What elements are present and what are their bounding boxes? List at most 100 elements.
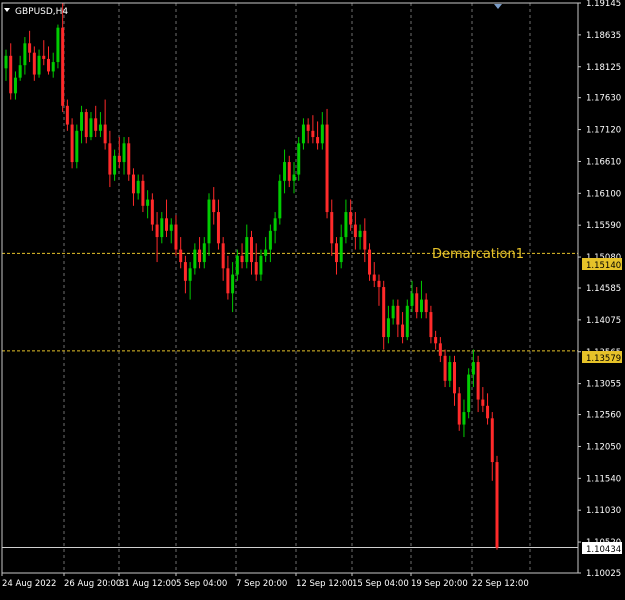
candle-body bbox=[334, 243, 338, 263]
time-tick-label: 19 Sep 20:00 bbox=[411, 579, 468, 589]
candle-body bbox=[9, 55, 13, 94]
candlestick-chart[interactable]: 1.19145 1.18635 1.18125 1.17630 1.17120 1.166… bbox=[0, 0, 625, 596]
candle-body bbox=[297, 143, 301, 175]
candle-body bbox=[240, 255, 244, 263]
candle-body bbox=[410, 293, 414, 306]
candle-body bbox=[245, 237, 249, 263]
candle-body bbox=[193, 249, 197, 269]
candle-body bbox=[273, 218, 277, 231]
chart-background bbox=[0, 0, 625, 596]
candle-body bbox=[117, 155, 121, 163]
candle-body bbox=[75, 130, 79, 163]
candle-body bbox=[363, 230, 367, 250]
candle-body bbox=[467, 374, 471, 413]
candle bbox=[325, 108, 329, 219]
price-tick-label: 1.12050 bbox=[586, 442, 621, 452]
candle-body bbox=[283, 162, 287, 181]
candle-body bbox=[344, 212, 348, 238]
candle-body bbox=[70, 124, 74, 163]
candle-body bbox=[150, 199, 154, 225]
candle-body bbox=[146, 199, 150, 206]
level-badge-lower[interactable]: 1.13579 bbox=[582, 351, 622, 364]
candle-body bbox=[401, 324, 405, 338]
candle-body bbox=[325, 124, 329, 213]
candle-body bbox=[98, 124, 102, 131]
candle-body bbox=[94, 118, 98, 131]
price-tick-label: 1.11540 bbox=[586, 474, 621, 484]
time-tick-label: 12 Sep 12:00 bbox=[296, 579, 353, 589]
candle-body bbox=[65, 105, 69, 125]
price-tick-label: 1.11030 bbox=[586, 506, 621, 516]
current-price-badge[interactable]: 1.10434 bbox=[582, 542, 622, 555]
candle-body bbox=[207, 199, 211, 244]
candle-body bbox=[113, 155, 117, 175]
candle-body bbox=[221, 243, 225, 269]
candle-body bbox=[42, 55, 46, 59]
level-badge-lower-text: 1.13579 bbox=[586, 354, 621, 364]
candle-body bbox=[131, 174, 135, 194]
time-tick-label: 22 Sep 12:00 bbox=[472, 579, 529, 589]
candle-body bbox=[490, 418, 494, 463]
candle-body bbox=[174, 224, 178, 250]
candle bbox=[297, 137, 301, 181]
price-tick-label: 1.12560 bbox=[586, 411, 621, 421]
candle-body bbox=[349, 212, 353, 225]
time-tick-label: 15 Sep 04:00 bbox=[352, 579, 409, 589]
candle-body bbox=[80, 112, 84, 131]
price-tick-label: 1.16610 bbox=[586, 157, 621, 167]
candle-body bbox=[23, 43, 27, 66]
candle-body bbox=[486, 405, 490, 419]
candle-body bbox=[434, 337, 438, 344]
price-tick-label: 1.16100 bbox=[586, 189, 621, 199]
price-tick-label: 1.18635 bbox=[586, 31, 621, 41]
candle-body bbox=[202, 243, 206, 263]
candle-body bbox=[259, 255, 263, 275]
time-tick-label: 26 Aug 20:00 bbox=[64, 579, 121, 589]
candle-body bbox=[453, 362, 457, 394]
time-tick-label: 24 Aug 2022 bbox=[2, 579, 56, 589]
candle-body bbox=[377, 280, 381, 288]
candle-body bbox=[51, 62, 55, 72]
candle-body bbox=[476, 362, 480, 400]
candle-body bbox=[306, 124, 310, 131]
candle-body bbox=[419, 299, 423, 313]
price-tick-label: 1.17120 bbox=[586, 126, 621, 136]
candle-body bbox=[89, 118, 93, 138]
candle-body bbox=[212, 199, 216, 213]
time-tick-label: 5 Sep 04:00 bbox=[176, 579, 227, 589]
candle-body bbox=[339, 237, 343, 263]
candle-body bbox=[136, 180, 140, 194]
chart-window[interactable]: 1.19145 1.18635 1.18125 1.17630 1.17120 1.166… bbox=[0, 0, 625, 596]
price-tick-label: 1.18125 bbox=[586, 63, 621, 73]
candle-body bbox=[37, 55, 41, 75]
candle-body bbox=[46, 58, 50, 72]
candle-body bbox=[155, 224, 159, 238]
candle-body bbox=[165, 218, 169, 231]
candle-body bbox=[415, 293, 419, 313]
level-badge-upper[interactable]: 1.15140 bbox=[582, 258, 622, 271]
level-badge-upper-text: 1.15140 bbox=[586, 261, 621, 271]
candle-body bbox=[386, 318, 390, 338]
candle-body bbox=[103, 124, 107, 144]
candle-body bbox=[231, 274, 235, 294]
candle-body bbox=[235, 255, 239, 275]
candle-body bbox=[183, 262, 187, 281]
candle-body bbox=[250, 237, 253, 263]
current-price-badge-text: 1.10434 bbox=[586, 545, 621, 555]
candle-body bbox=[141, 180, 145, 206]
candle-body bbox=[160, 218, 164, 238]
demarcation-label[interactable]: Demarcation1 bbox=[432, 247, 524, 262]
candle bbox=[75, 124, 79, 169]
candle-body bbox=[264, 249, 268, 256]
candle bbox=[495, 455, 499, 550]
candle-body bbox=[301, 124, 305, 144]
candle-body bbox=[28, 43, 32, 53]
candle-body bbox=[254, 262, 258, 275]
candle-body bbox=[358, 230, 362, 238]
candle-body bbox=[316, 137, 320, 144]
candle bbox=[278, 174, 282, 225]
symbol-timeframe-label: GBPUSD,H4 bbox=[15, 7, 68, 17]
candle-body bbox=[320, 124, 324, 144]
time-tick-label: 31 Aug 12:00 bbox=[119, 579, 176, 589]
candle-body bbox=[216, 212, 220, 244]
